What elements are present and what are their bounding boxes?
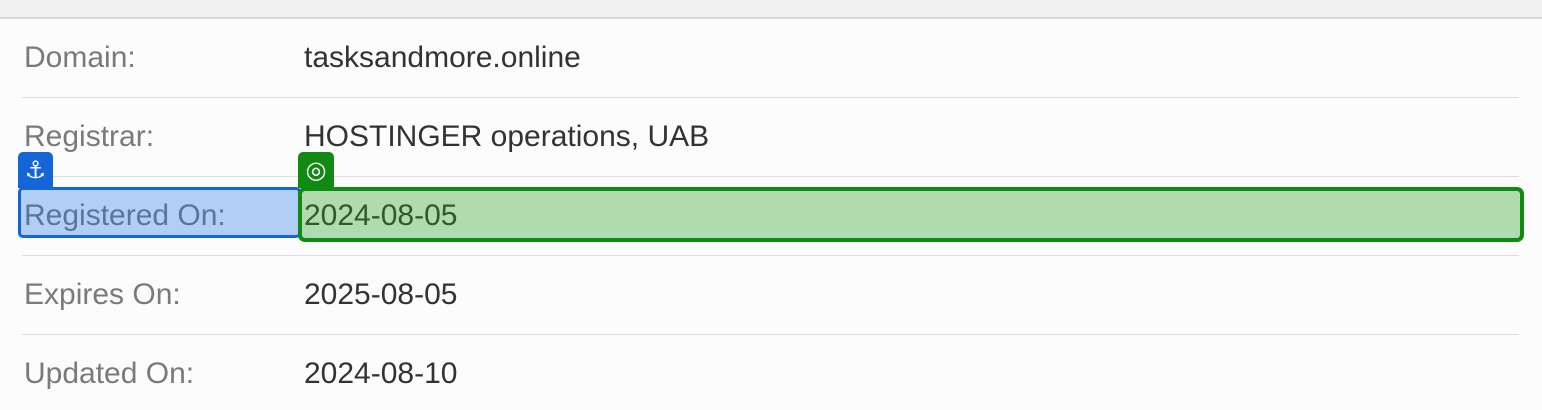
registrar-value: HOSTINGER operations, UAB xyxy=(304,120,710,153)
top-bar xyxy=(0,0,1542,19)
domain-label: Domain: xyxy=(24,41,136,74)
table-row-updated-on: Updated On: 2024-08-10 xyxy=(22,335,1519,410)
target-icon: ◎ xyxy=(298,152,334,188)
expires-on-label: Expires On: xyxy=(24,278,181,311)
updated-on-label: Updated On: xyxy=(24,357,195,390)
whois-page: Domain: tasksandmore.online Registrar: H… xyxy=(0,0,1542,410)
table-row-registrar: Registrar: HOSTINGER operations, UAB xyxy=(22,98,1519,177)
domain-value: tasksandmore.online xyxy=(304,41,581,74)
expires-on-value: 2025-08-05 xyxy=(304,278,458,311)
anchor-highlight-box xyxy=(18,187,301,238)
table-row-expires-on: Expires On: 2025-08-05 xyxy=(22,256,1519,335)
table-row-domain: Domain: tasksandmore.online xyxy=(22,19,1519,98)
target-highlight-box xyxy=(298,187,1524,242)
anchor-icon: ⚓ xyxy=(18,152,53,188)
updated-on-value: 2024-08-10 xyxy=(304,357,458,390)
